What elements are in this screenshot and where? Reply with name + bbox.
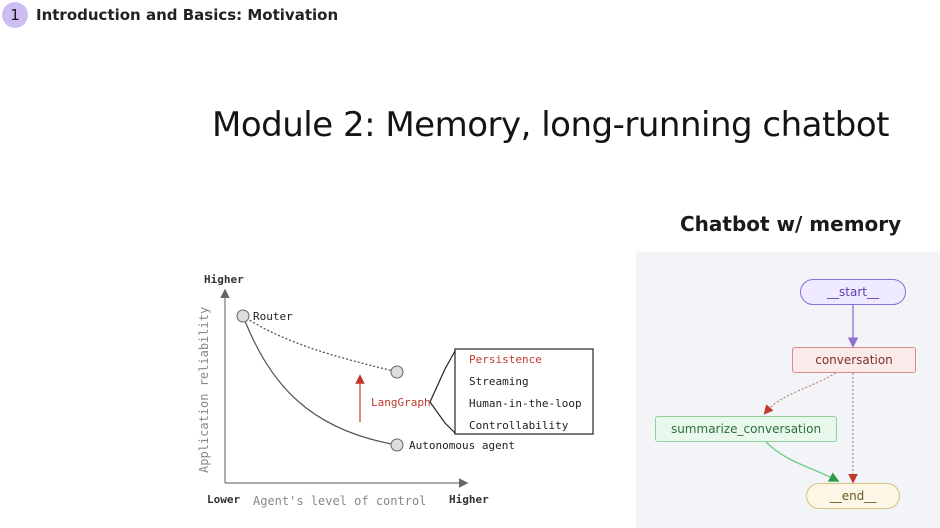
slide-page: 1 Introduction and Basics: Motivation Mo…	[0, 0, 940, 528]
node-conversation: conversation	[792, 347, 916, 373]
node-end: __end__	[806, 483, 900, 509]
baseline-curve	[242, 315, 398, 446]
langgraph-label: LangGraph	[371, 396, 431, 409]
node-summarize-conversation: summarize_conversation	[655, 416, 837, 442]
slide-title: Module 2: Memory, long-running chatbot	[212, 105, 890, 145]
router-point	[236, 309, 250, 323]
brace-lower	[429, 401, 456, 434]
chatbot-graph-title: Chatbot w/ memory	[680, 212, 902, 236]
edge-summarize-end	[765, 441, 840, 482]
agent-label: Autonomous agent	[409, 439, 515, 452]
chatbot-graph-panel: __start__ conversation summarize_convers…	[636, 252, 940, 528]
feature-streaming: Streaming	[469, 375, 529, 388]
x-axis-right-label: Higher	[449, 493, 489, 506]
x-axis-label: Agent's level of control	[253, 494, 426, 508]
reliability-diagram: Higher Application reliability Lower Age…	[197, 273, 594, 508]
langgraph-point	[390, 365, 404, 379]
chapter-header: 1 Introduction and Basics: Motivation	[0, 0, 338, 30]
brace-upper	[429, 350, 456, 403]
chapter-number-badge[interactable]: 1	[2, 2, 28, 28]
feature-persistence: Persistence	[469, 353, 542, 366]
chapter-title[interactable]: Introduction and Basics: Motivation	[36, 6, 338, 24]
y-axis-label: Application reliability	[197, 307, 211, 473]
feature-controllability: Controllability	[469, 419, 569, 432]
feature-human-in-the-loop: Human-in-the-loop	[469, 397, 582, 410]
edge-conversation-summarize	[763, 372, 837, 415]
x-axis-left-label: Lower	[207, 493, 240, 506]
router-label: Router	[253, 310, 293, 323]
y-axis-top-label: Higher	[204, 273, 244, 286]
node-start: __start__	[800, 279, 906, 305]
agent-point	[390, 438, 404, 452]
